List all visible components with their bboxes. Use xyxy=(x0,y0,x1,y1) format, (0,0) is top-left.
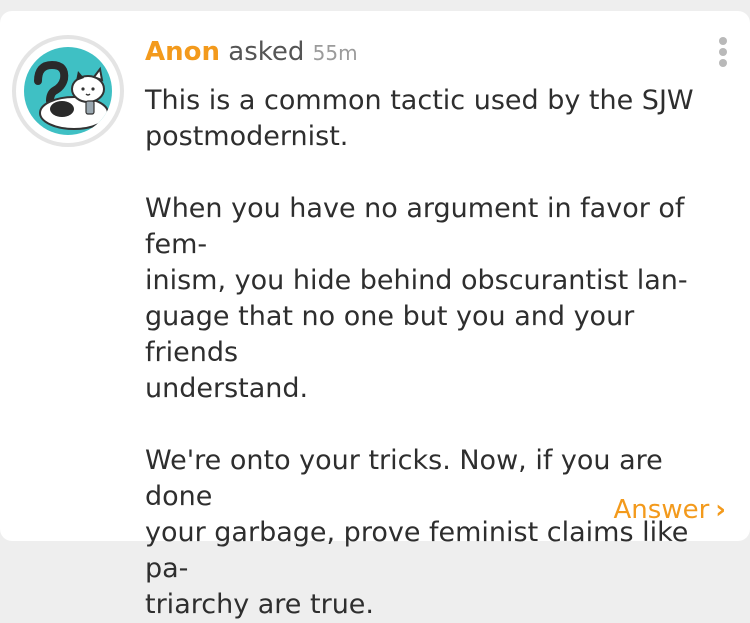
question-paragraph: We're onto your tricks. Now, if you are … xyxy=(145,445,689,620)
author-name[interactable]: Anon xyxy=(145,37,220,67)
menu-dot xyxy=(719,59,727,67)
question-text: This is a common tactic used by the SJW … xyxy=(145,83,735,623)
answer-button[interactable]: Answer › xyxy=(614,493,726,527)
answer-label: Answer xyxy=(613,495,710,525)
question-header: Anon asked 55m xyxy=(145,35,358,70)
more-vertical-icon[interactable] xyxy=(712,37,734,71)
menu-dot xyxy=(719,37,727,45)
menu-dot xyxy=(719,48,727,56)
chevron-right-icon: › xyxy=(715,495,726,525)
timestamp: 55m xyxy=(312,41,358,65)
asked-label: asked xyxy=(228,37,305,67)
anon-cat-avatar-icon xyxy=(24,47,112,135)
question-paragraph: This is a common tactic used by the SJW … xyxy=(145,85,694,152)
question-paragraph: When you have no argument in favor of fe… xyxy=(145,193,688,404)
question-card: Anon asked 55m This is a common tactic u… xyxy=(0,11,750,620)
avatar[interactable] xyxy=(12,35,124,147)
